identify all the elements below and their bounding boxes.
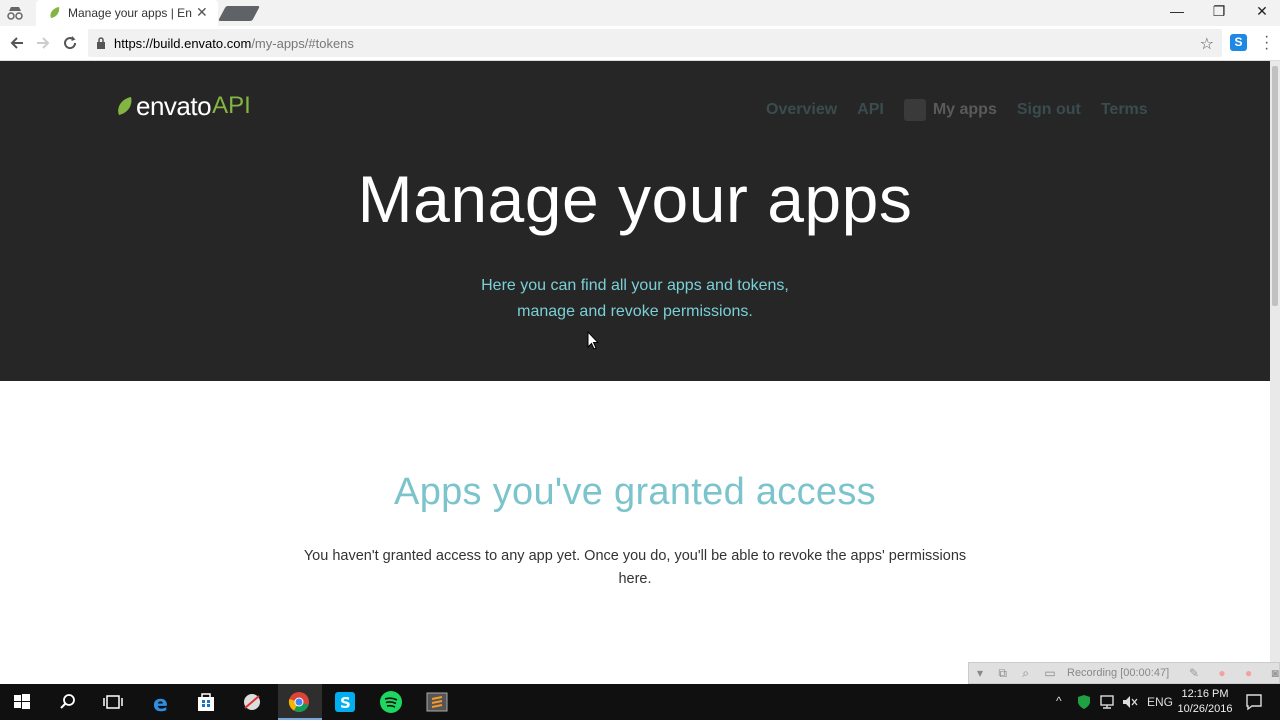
- svg-text:e: e: [153, 692, 168, 714]
- volume-muted-icon[interactable]: [1121, 694, 1139, 710]
- store-icon[interactable]: [194, 690, 218, 714]
- reload-icon[interactable]: [60, 33, 80, 53]
- nav-overview[interactable]: Overview: [766, 101, 837, 119]
- edge-browser-icon[interactable]: e: [149, 690, 173, 714]
- scrollbar-thumb[interactable]: [1272, 66, 1278, 306]
- hero-subtitle: Here you can find all your apps and toke…: [0, 273, 1270, 325]
- page-title: Manage your apps: [357, 162, 913, 236]
- granted-access-message: You haven't granted access to any app ye…: [303, 548, 967, 587]
- windows-taskbar: e S ^ ENG 12:16 PM 10/26/2016: [0, 684, 1280, 720]
- network-tool-icon[interactable]: [240, 690, 264, 714]
- clock[interactable]: 12:16 PM 10/26/2016: [1174, 687, 1236, 717]
- main-nav: Overview API My apps Sign out Terms: [766, 99, 1148, 121]
- envato-api-logo[interactable]: envato API: [116, 91, 251, 121]
- hero-section: envato API Overview API My apps Sign out…: [0, 61, 1270, 381]
- task-view-icon[interactable]: [101, 690, 125, 714]
- svg-text:S: S: [340, 694, 351, 712]
- minimize-button[interactable]: —: [1162, 3, 1192, 23]
- avatar: [903, 99, 926, 121]
- incognito-icon: [7, 7, 23, 20]
- nav-sign-out[interactable]: Sign out: [1017, 101, 1081, 119]
- recording-status: Recording [00:00:47]: [1067, 667, 1170, 679]
- page-content: envato API Overview API My apps Sign out…: [0, 61, 1270, 684]
- envato-leaf-icon: [118, 97, 132, 115]
- mouse-cursor-icon: [587, 331, 599, 350]
- recorder-tool-icons[interactable]: ✎ ● ● ◙: [1189, 666, 1280, 680]
- clock-time: 12:16 PM: [1181, 688, 1229, 700]
- url-domain: https://build.envato.com: [114, 36, 252, 51]
- recorder-control-icons[interactable]: ▾ ⧉ ⌕ ▭: [977, 666, 1062, 681]
- tab-title: Manage your apps | Enva: [68, 6, 192, 20]
- skype-icon[interactable]: S: [333, 690, 357, 714]
- address-bar[interactable]: https://build.envato.com/my-apps/#tokens…: [88, 29, 1222, 57]
- action-center-icon[interactable]: [1245, 693, 1263, 711]
- back-icon[interactable]: [7, 33, 27, 53]
- chrome-icon[interactable]: [287, 690, 311, 714]
- nav-api[interactable]: API: [857, 101, 884, 119]
- spotify-icon[interactable]: [379, 690, 403, 714]
- browser-tab[interactable]: Manage your apps | Enva ✕: [36, 0, 218, 26]
- extension-icon[interactable]: S: [1230, 34, 1247, 51]
- search-icon[interactable]: [56, 690, 80, 714]
- chrome-menu-icon[interactable]: · · ·: [1264, 29, 1270, 57]
- tab-close-icon[interactable]: ✕: [196, 4, 208, 21]
- nav-my-apps[interactable]: My apps: [903, 99, 997, 121]
- close-window-button[interactable]: ✕: [1247, 3, 1277, 23]
- granted-access-title: Apps you've granted access: [394, 471, 876, 513]
- url-path: /my-apps/#tokens: [251, 36, 354, 51]
- lock-icon: [97, 37, 105, 49]
- sublime-text-icon[interactable]: [425, 690, 449, 714]
- restore-button[interactable]: ❐: [1204, 3, 1234, 23]
- tab-strip: Manage your apps | Enva ✕ — ❐ ✕: [0, 0, 1280, 26]
- language-indicator[interactable]: ENG: [1147, 695, 1173, 709]
- recorder-toolbar: ▾ ⧉ ⌕ ▭ Recording [00:00:47] ✎ ● ● ◙: [968, 662, 1280, 684]
- new-tab-button[interactable]: [218, 6, 260, 21]
- browser-toolbar: https://build.envato.com/my-apps/#tokens…: [0, 26, 1280, 61]
- windows-start-icon[interactable]: [10, 690, 34, 714]
- bookmark-star-icon[interactable]: ☆: [1200, 34, 1214, 54]
- hero-subtitle-line1: Here you can find all your apps and toke…: [481, 277, 789, 294]
- logo-api-text: API: [212, 92, 251, 119]
- url-text: https://build.envato.com/my-apps/#tokens: [114, 36, 354, 51]
- hero-subtitle-line2: manage and revoke permissions.: [517, 303, 753, 320]
- network-icon[interactable]: [1099, 694, 1117, 710]
- tray-overflow-icon[interactable]: ^: [1056, 694, 1062, 708]
- envato-favicon-icon: [50, 7, 60, 18]
- clock-date: 10/26/2016: [1177, 703, 1233, 715]
- nav-terms[interactable]: Terms: [1101, 101, 1148, 119]
- defender-shield-icon[interactable]: [1076, 694, 1092, 710]
- logo-text: envato: [136, 90, 212, 121]
- nav-my-apps-label: My apps: [932, 101, 997, 118]
- forward-icon[interactable]: [33, 33, 53, 53]
